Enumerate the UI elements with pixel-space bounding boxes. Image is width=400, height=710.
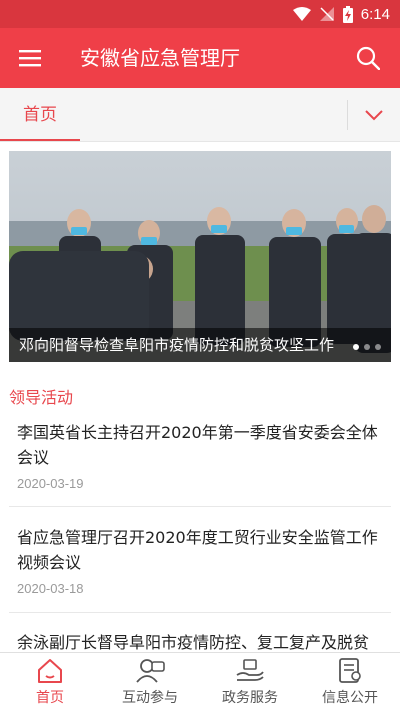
app-title: 安徽省应急管理厅 xyxy=(80,46,240,70)
carousel-dot-active xyxy=(353,344,359,350)
nav-info-disclosure[interactable]: 信息公开 xyxy=(300,653,400,710)
tab-active-indicator xyxy=(0,139,80,141)
news-date: 2020-03-19 xyxy=(17,476,84,491)
news-title[interactable]: 余泳副厅长督导阜阳市疫情防控、复工复产及脱贫 xyxy=(9,630,391,652)
interaction-icon xyxy=(136,659,165,683)
wifi-icon xyxy=(292,7,311,21)
search-icon xyxy=(356,46,380,70)
list-divider xyxy=(9,612,391,613)
home-icon xyxy=(38,659,62,683)
news-title[interactable]: 李国英省长主持召开2020年第一季度省安委会全体会议 xyxy=(9,420,391,470)
menu-button[interactable] xyxy=(10,40,50,76)
battery-charging-icon xyxy=(342,5,353,23)
nav-label: 信息公开 xyxy=(322,690,378,706)
status-bar: 6:14 xyxy=(0,0,400,28)
nav-label: 政务服务 xyxy=(222,690,278,706)
banner-carousel[interactable]: 邓向阳督导检查阜阳市疫情防控和脱贫攻坚工作 xyxy=(9,151,391,362)
tab-home[interactable]: 首页 xyxy=(0,88,80,142)
section-title-leadership: 领导活动 xyxy=(9,388,74,407)
nav-home[interactable]: 首页 xyxy=(0,653,100,710)
channel-tab-bar: 首页 xyxy=(0,88,400,142)
nav-gov-service[interactable]: 政务服务 xyxy=(200,653,300,710)
service-icon xyxy=(236,659,264,681)
no-signal-icon xyxy=(319,7,334,21)
nav-interaction[interactable]: 互动参与 xyxy=(100,653,200,710)
news-item[interactable]: 李国英省长主持召开2020年第一季度省安委会全体会议 2020-03-19 xyxy=(9,420,391,491)
banner-caption[interactable]: 邓向阳督导检查阜阳市疫情防控和脱贫攻坚工作 xyxy=(19,328,349,362)
news-date: 2020-03-18 xyxy=(17,581,84,596)
hamburger-menu-icon xyxy=(19,50,41,67)
carousel-indicator xyxy=(353,344,381,350)
nav-label: 互动参与 xyxy=(122,690,178,706)
bottom-navigation: 首页 互动参与 政务服务 信息公开 xyxy=(0,652,400,710)
news-title[interactable]: 省应急管理厅召开2020年度工贸行业安全监管工作视频会议 xyxy=(9,525,391,575)
list-divider xyxy=(9,506,391,507)
nav-label: 首页 xyxy=(36,690,64,706)
news-item[interactable]: 余泳副厅长督导阜阳市疫情防控、复工复产及脱贫 xyxy=(9,630,391,652)
search-button[interactable] xyxy=(348,40,388,76)
expand-channels-button[interactable] xyxy=(348,88,400,142)
info-disclosure-icon xyxy=(339,658,361,683)
status-time: 6:14 xyxy=(360,5,390,23)
carousel-dot xyxy=(364,344,370,350)
chevron-down-icon xyxy=(365,110,383,121)
news-item[interactable]: 省应急管理厅召开2020年度工贸行业安全监管工作视频会议 2020-03-18 xyxy=(9,525,391,596)
carousel-dot xyxy=(375,344,381,350)
app-bar: 安徽省应急管理厅 xyxy=(0,28,400,88)
